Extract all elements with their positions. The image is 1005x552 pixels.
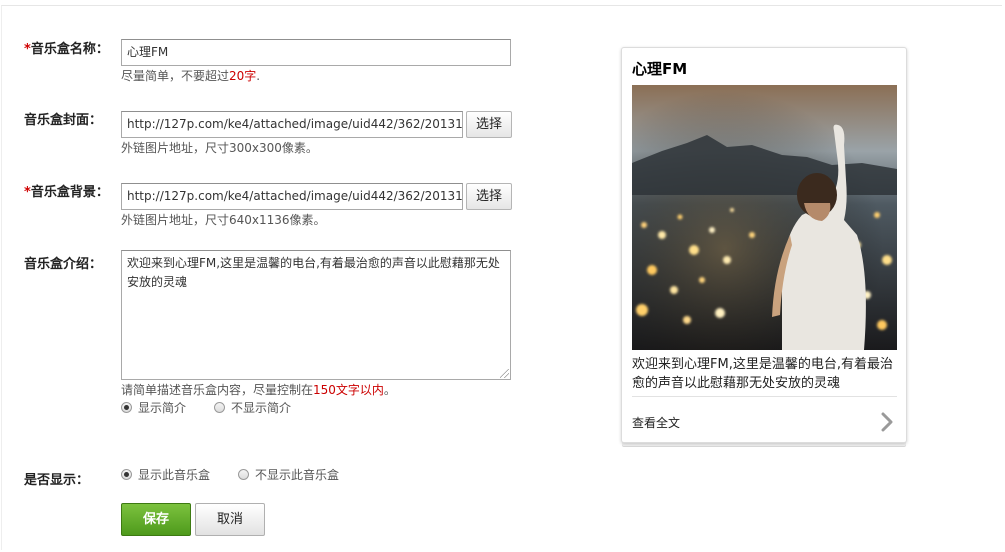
preview-divider	[632, 396, 897, 397]
required-mark: *	[24, 185, 31, 200]
cover-url-input[interactable]: http://127p.com/ke4/attached/image/uid44…	[121, 111, 463, 138]
radio-checked-icon	[121, 469, 132, 480]
read-more-link[interactable]: 查看全文	[632, 414, 680, 431]
intro-text: 欢迎来到心理FM,这里是温馨的电台,有着最治愈的声音以此慰藉那无处安放的灵魂	[127, 256, 500, 289]
radio-hide-musicbox[interactable]: 不显示此音乐盒	[238, 466, 339, 483]
preview-card: 心理FM 欢迎来到心理FM,这里是温馨的电台,有着最治愈的声音以此慰藉那无处安放…	[621, 47, 907, 443]
intro-hint: 请简单描述音乐盒内容，尽量控制在150文字以内。	[121, 383, 396, 397]
radio-hide-intro[interactable]: 不显示简介	[214, 399, 291, 416]
background-choose-button[interactable]: 选择	[466, 183, 512, 210]
name-label: *音乐盒名称：	[24, 42, 109, 57]
resize-grip-icon[interactable]	[500, 369, 509, 378]
radio-show-musicbox[interactable]: 显示此音乐盒	[121, 466, 210, 483]
intro-textarea[interactable]: 欢迎来到心理FM,这里是温馨的电台,有着最治愈的声音以此慰藉那无处安放的灵魂	[121, 250, 511, 380]
background-url-input[interactable]: http://127p.com/ke4/attached/image/uid44…	[121, 183, 463, 210]
cover-label: 音乐盒封面：	[24, 113, 103, 128]
radio-show-intro[interactable]: 显示简介	[121, 399, 186, 416]
save-button[interactable]: 保存	[121, 503, 191, 536]
radio-unchecked-icon	[214, 402, 225, 413]
background-hint: 外链图片地址，尺寸640x1136像素。	[121, 213, 326, 227]
name-input[interactable]: 心理FM	[121, 39, 511, 66]
preview-description: 欢迎来到心理FM,这里是温馨的电台,有着最治愈的声音以此慰藉那无处安放的灵魂	[632, 357, 893, 391]
preview-cover-image	[632, 85, 897, 350]
radio-unchecked-icon	[238, 469, 249, 480]
required-mark: *	[24, 42, 31, 57]
name-hint: 尽量简单，不要超过20字.	[121, 69, 261, 83]
cancel-button[interactable]: 取消	[195, 503, 265, 536]
background-label: *音乐盒背景：	[24, 185, 109, 200]
radio-checked-icon	[121, 402, 132, 413]
intro-label: 音乐盒介绍：	[24, 257, 103, 272]
cover-photo	[632, 85, 897, 350]
cover-choose-button[interactable]: 选择	[466, 111, 512, 138]
preview-title: 心理FM	[632, 60, 688, 78]
chevron-right-icon[interactable]	[878, 412, 896, 432]
cover-hint: 外链图片地址，尺寸300x300像素。	[121, 141, 318, 155]
display-label: 是否显示：	[24, 473, 90, 488]
